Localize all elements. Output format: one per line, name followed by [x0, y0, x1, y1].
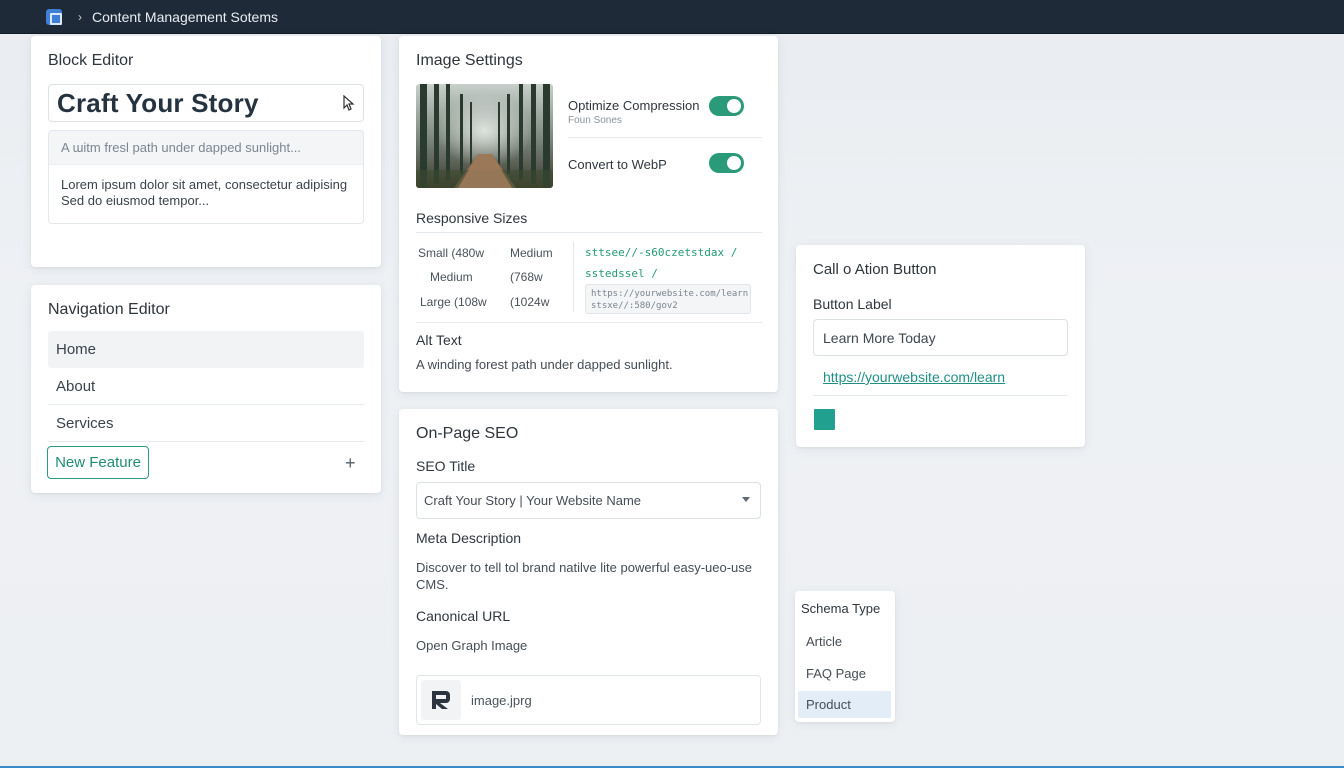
navigation-editor-title: Navigation Editor: [48, 301, 170, 318]
paragraph-line: Lorem ipsum dolor sit amet, consectetur …: [61, 177, 348, 192]
seo-title-select[interactable]: Craft Your Story | Your Website Name: [416, 482, 761, 519]
cta-url-link[interactable]: https://yourwebsite.com/learn: [823, 369, 1005, 385]
heading-text[interactable]: Craft Your Story: [57, 88, 259, 119]
size-label-small: Small (480w: [418, 246, 485, 260]
nav-item-about[interactable]: About: [48, 368, 364, 405]
meta-description-value[interactable]: Discover to tell tol brand natilve lite …: [416, 559, 766, 593]
og-image-field[interactable]: image.jprg: [416, 675, 761, 725]
size-label-medium: Medium: [430, 270, 473, 284]
responsive-sizes-title: Responsive Sizes: [416, 210, 528, 226]
convert-webp-toggle[interactable]: [709, 153, 744, 173]
size-width-1024: (1024w: [510, 295, 550, 309]
image-app-icon: [432, 691, 450, 709]
nav-item-services[interactable]: Services: [48, 405, 364, 442]
divider: [568, 137, 762, 138]
paragraph-line: Sed do eiusmod tempor...: [61, 193, 210, 208]
divider: [416, 232, 762, 233]
navigation-editor-panel: Navigation Editor Home About Services Ne…: [31, 285, 381, 493]
alt-text-title: Alt Text: [416, 332, 462, 348]
button-label-title: Button Label: [813, 296, 892, 312]
schema-type-title: Schema Type: [801, 601, 881, 616]
srcset-url-line: https://yourwebsite.com/learn: [591, 289, 749, 299]
canonical-url-label[interactable]: Canonical URL: [416, 608, 510, 624]
srcset-url-field[interactable]: https://yourwebsite.com/learn stsxe//:58…: [585, 284, 751, 314]
image-settings-title: Image Settings: [416, 52, 523, 69]
forest-image-thumbnail[interactable]: [416, 84, 553, 188]
app-logo-icon[interactable]: [46, 8, 62, 25]
breadcrumb-separator-icon: ›: [78, 9, 82, 24]
chevron-down-icon: [742, 497, 750, 502]
cta-panel: Call o Ation Button Button Label Learn M…: [796, 245, 1085, 447]
nav-list: Home About Services: [48, 331, 364, 442]
seo-panel: On-Page SEO SEO Title Craft Your Story |…: [399, 409, 778, 735]
heading-block[interactable]: Craft Your Story: [48, 84, 364, 122]
mouse-cursor-icon: [343, 95, 355, 111]
schema-option-article[interactable]: Article: [798, 628, 891, 655]
srcset-code-1: sttsee//-s60czetstdax /: [585, 246, 738, 259]
new-feature-button[interactable]: New Feature: [47, 446, 149, 479]
divider: [416, 322, 762, 323]
responsive-sizes-grid: Small (480w Medium Large (108w Medium (7…: [416, 236, 762, 320]
breadcrumb-title[interactable]: Content Management Sotems: [92, 9, 278, 25]
srcset-url-line: stsxe//:580/gov2: [591, 301, 678, 311]
image-settings-panel: Image Settings Optimize Compression Foun…: [399, 36, 778, 392]
divider: [813, 395, 1068, 396]
convert-webp-row: Convert to WebP: [568, 153, 762, 173]
seo-title-label: SEO Title: [416, 458, 476, 474]
optimize-compression-row: Optimize Compression Foun Sones: [568, 96, 762, 126]
og-image-preview: [421, 680, 461, 720]
nav-item-home[interactable]: Home: [48, 331, 364, 368]
top-bar: › Content Management Sotems: [0, 0, 1344, 34]
size-width-medium: Medium: [510, 246, 553, 260]
block-editor-panel: Block Editor Craft Your Story A ɯitm fre…: [31, 36, 381, 267]
optimize-compression-sub: Foun Sones: [568, 115, 622, 126]
optimize-compression-toggle[interactable]: [709, 96, 744, 116]
button-label-input[interactable]: Learn More Today: [813, 319, 1068, 356]
button-color-swatch[interactable]: [814, 409, 835, 430]
divider: [573, 242, 574, 312]
schema-option-faq[interactable]: FAQ Page: [798, 660, 891, 687]
meta-description-label: Meta Description: [416, 530, 522, 546]
og-image-filename: image.jprg: [471, 692, 532, 708]
schema-type-dropdown: Schema Type Article FAQ Page Product: [795, 591, 895, 722]
schema-option-product[interactable]: Product: [798, 691, 891, 718]
seo-title-value: Craft Your Story | Your Website Name: [424, 493, 642, 508]
cta-panel-title: Call o Ation Button: [813, 261, 937, 278]
paragraph-block[interactable]: Lorem ipsum dolor sit amet, consectetur …: [48, 164, 364, 224]
caption-block[interactable]: A ɯitm fresl path under dapped sunlight.…: [48, 130, 364, 164]
size-width-768: (768w: [510, 270, 543, 284]
block-editor-title: Block Editor: [48, 52, 134, 69]
og-image-label: Open Graph Image: [416, 638, 528, 653]
srcset-code-2: sstedssel /: [585, 267, 658, 280]
add-item-icon[interactable]: +: [345, 453, 356, 474]
size-label-large: Large (108w: [420, 295, 487, 309]
seo-panel-title: On-Page SEO: [416, 425, 519, 442]
alt-text-value[interactable]: A winding forest path under dapped sunli…: [416, 357, 673, 372]
